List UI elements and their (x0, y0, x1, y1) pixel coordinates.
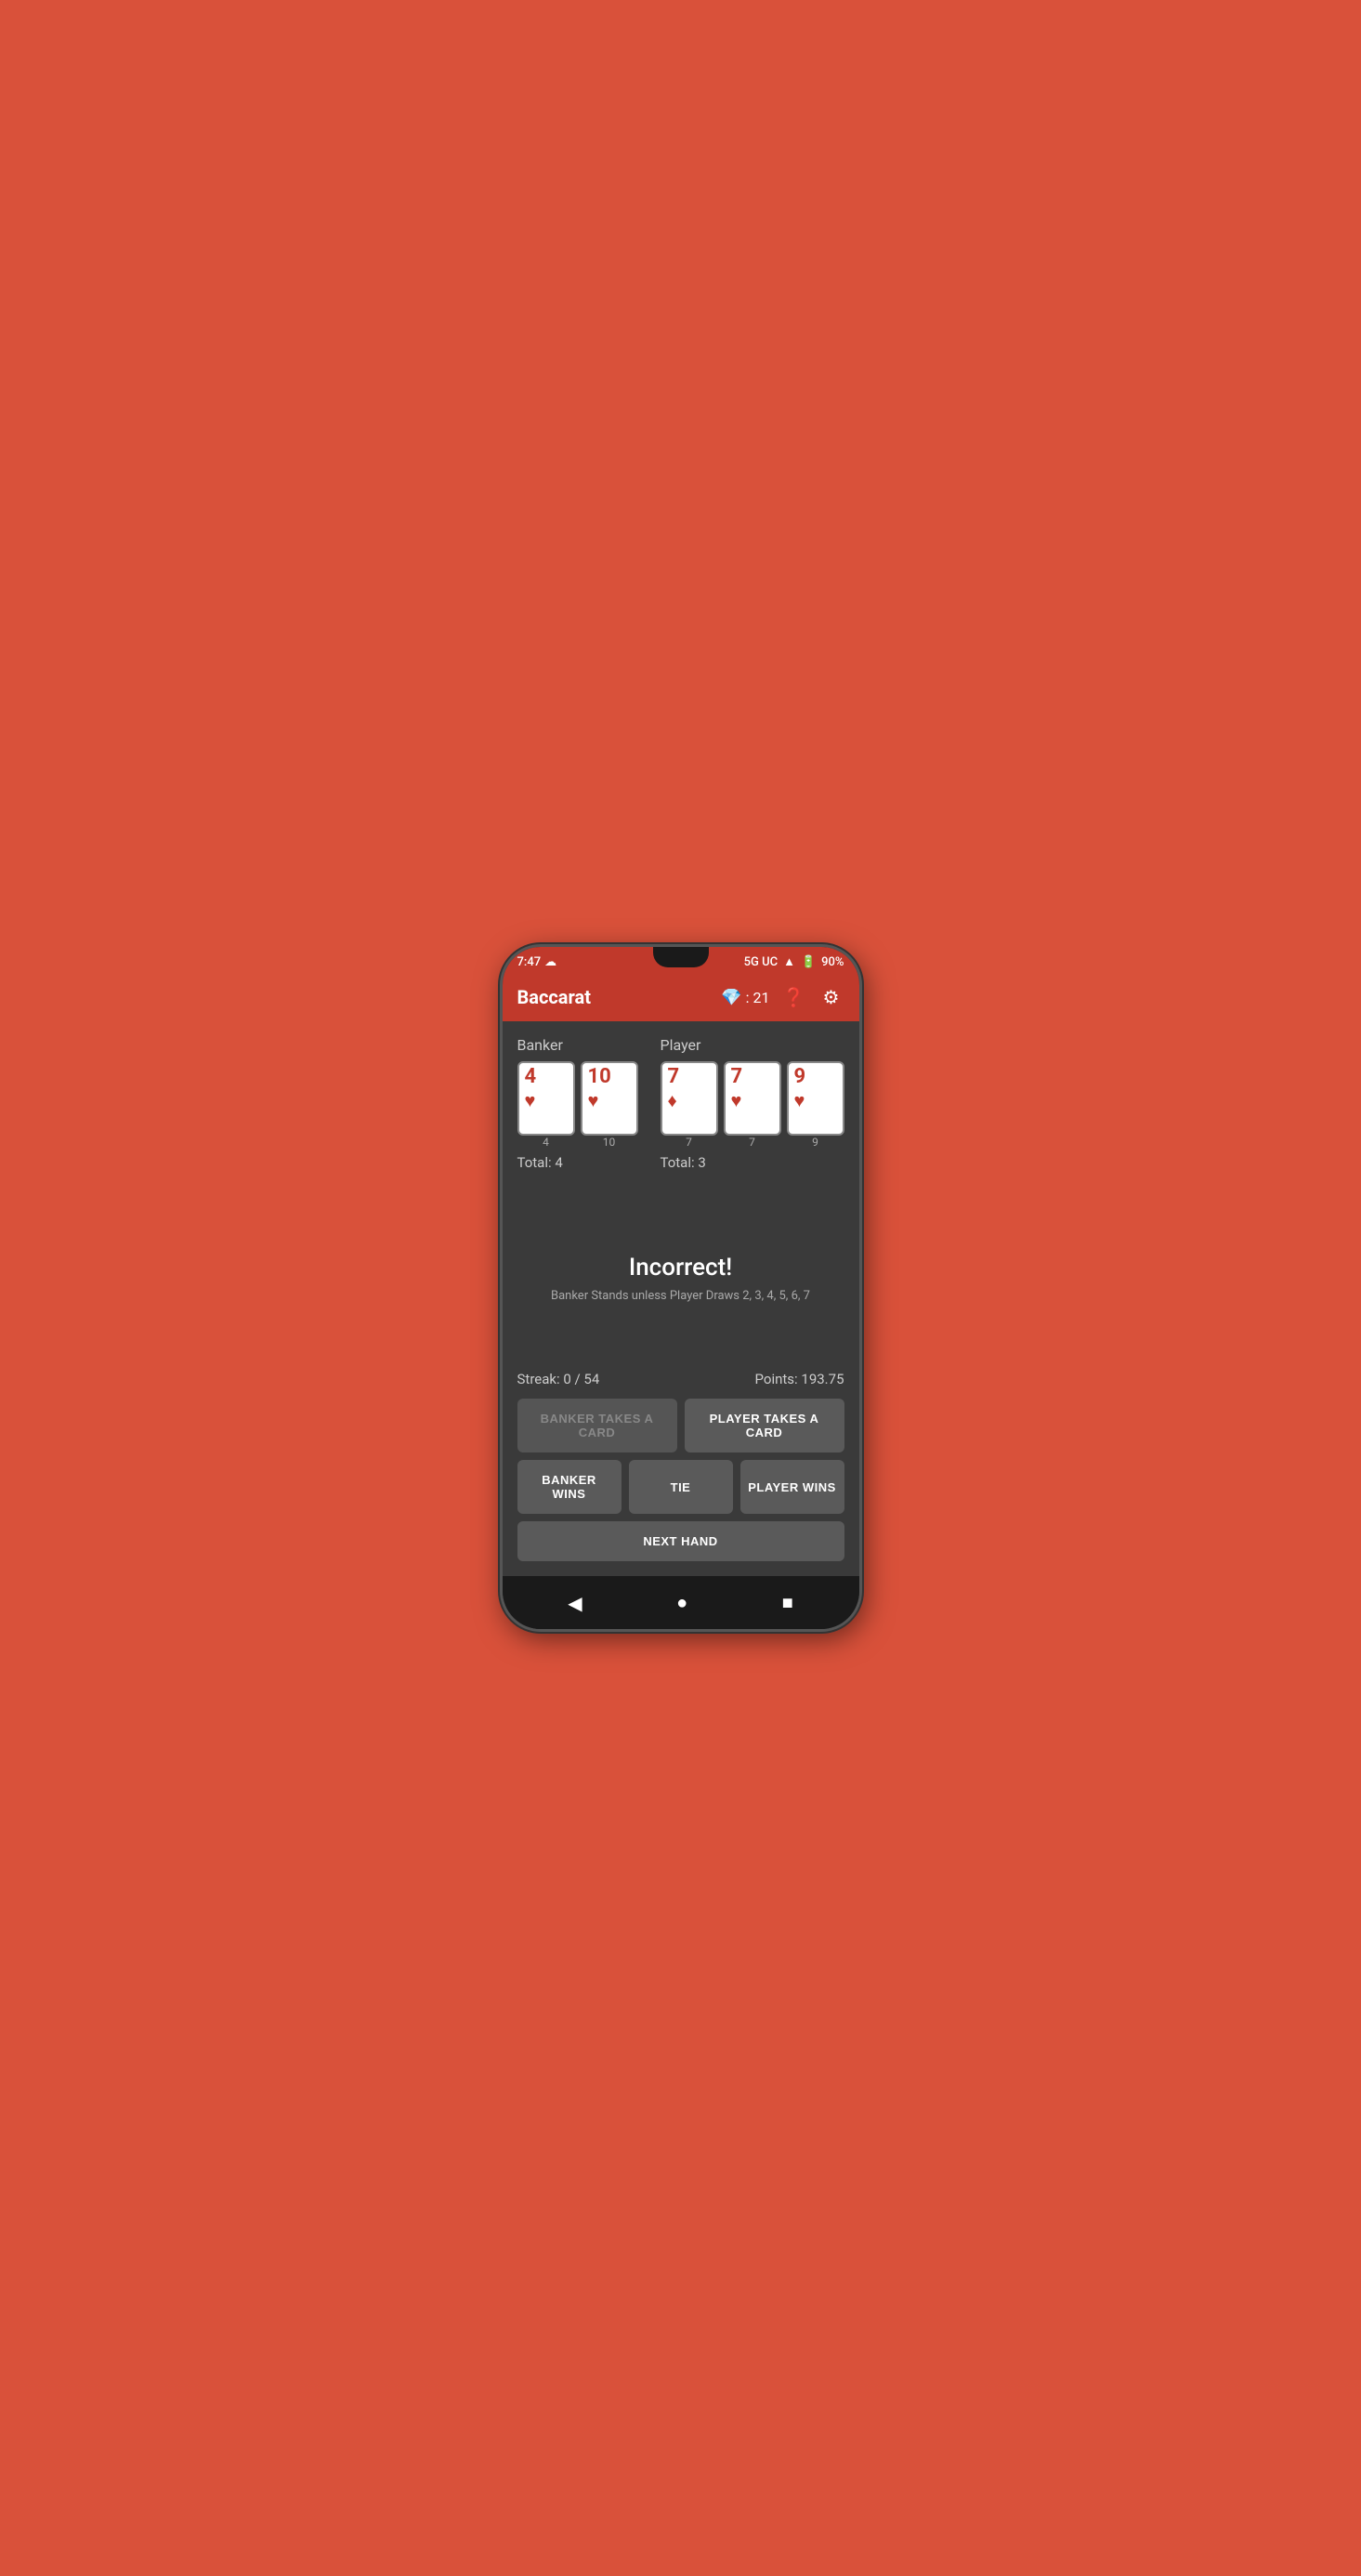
message-area: Incorrect! Banker Stands unless Player D… (517, 1186, 844, 1371)
settings-button[interactable]: ⚙ (818, 984, 844, 1010)
banker-card-2-value: 10 (588, 1067, 611, 1087)
outcome-row: BANKER WINS TIE PLAYER WINS (517, 1460, 844, 1514)
banker-cards-row: 4 ♥ 4 10 ♥ 10 (517, 1061, 646, 1149)
banker-card-2-label: 10 (603, 1136, 616, 1149)
battery-label: 90% (821, 955, 844, 969)
battery-icon: 🔋 (801, 955, 816, 969)
player-card-3-col: 9 ♥ 9 (787, 1061, 844, 1149)
player-label: Player (661, 1036, 844, 1054)
banker-card-1-value: 4 (525, 1067, 537, 1087)
result-title: Incorrect! (629, 1254, 732, 1281)
buttons-area: BANKER TAKES A CARD PLAYER TAKES A CARD … (517, 1399, 844, 1561)
banker-card-1: 4 ♥ (517, 1061, 575, 1136)
player-card-1-suit: ♦ (668, 1089, 677, 1112)
nav-bar: ◀ ● ■ (503, 1576, 859, 1629)
app-title: Baccarat (517, 986, 591, 1008)
player-cards-row: 7 ♦ 7 7 ♥ 7 9 (661, 1061, 844, 1149)
player-card-2-suit: ♥ (731, 1089, 742, 1112)
home-nav-button[interactable]: ● (658, 1587, 706, 1618)
take-card-row: BANKER TAKES A CARD PLAYER TAKES A CARD (517, 1399, 844, 1452)
next-hand-row: NEXT HAND (517, 1521, 844, 1561)
back-nav-button[interactable]: ◀ (549, 1588, 600, 1618)
player-card-1-value: 7 (668, 1067, 680, 1087)
hands-area: Banker 4 ♥ 4 10 ♥ 10 (517, 1036, 844, 1171)
notch (653, 947, 709, 967)
banker-section: Banker 4 ♥ 4 10 ♥ 10 (517, 1036, 646, 1171)
banker-wins-button[interactable]: BANKER WINS (517, 1460, 622, 1514)
next-hand-button[interactable]: NEXT HAND (517, 1521, 844, 1561)
app-bar: Baccarat 💎 : 21 ❓ ⚙ (503, 973, 859, 1021)
cloud-icon: ☁ (544, 955, 556, 969)
player-card-1: 7 ♦ (661, 1061, 718, 1136)
player-takes-card-button[interactable]: PLAYER TAKES A CARD (685, 1399, 844, 1452)
gem-count: 21 (753, 989, 770, 1006)
gem-score: 💎 : 21 (721, 988, 769, 1007)
player-card-1-col: 7 ♦ 7 (661, 1061, 718, 1149)
player-card-1-label: 7 (686, 1136, 692, 1149)
main-content: Banker 4 ♥ 4 10 ♥ 10 (503, 1021, 859, 1576)
player-card-3-value: 9 (794, 1067, 806, 1087)
player-card-2-value: 7 (731, 1067, 743, 1087)
player-card-3: 9 ♥ (787, 1061, 844, 1136)
banker-card-2: 10 ♥ (581, 1061, 638, 1136)
banker-card-1-col: 4 ♥ 4 (517, 1061, 575, 1149)
banker-takes-card-button[interactable]: BANKER TAKES A CARD (517, 1399, 677, 1452)
help-icon: ❓ (782, 986, 805, 1008)
player-total: Total: 3 (661, 1154, 844, 1171)
status-time: 7:47 (517, 955, 542, 969)
player-wins-button[interactable]: PLAYER WINS (740, 1460, 844, 1514)
banker-card-1-suit: ♥ (525, 1089, 536, 1112)
player-card-3-suit: ♥ (794, 1089, 805, 1112)
gem-separator: : (746, 989, 750, 1006)
player-card-3-label: 9 (812, 1136, 818, 1149)
banker-card-1-label: 4 (543, 1136, 549, 1149)
stats-row: Streak: 0 / 54 Points: 193.75 (517, 1371, 844, 1387)
phone-frame: 7:47 ☁ 5G UC ▲ 🔋 90% Baccarat 💎 : 21 ❓ ⚙ (500, 944, 862, 1632)
signal-icon: ▲ (783, 954, 795, 969)
player-card-2-label: 7 (749, 1136, 755, 1149)
player-card-2: 7 ♥ (724, 1061, 781, 1136)
gem-icon: 💎 (721, 988, 741, 1007)
banker-card-2-col: 10 ♥ 10 (581, 1061, 638, 1149)
network-label: 5G UC (744, 955, 778, 969)
player-card-2-col: 7 ♥ 7 (724, 1061, 781, 1149)
recents-nav-button[interactable]: ■ (764, 1587, 812, 1618)
banker-total: Total: 4 (517, 1154, 646, 1171)
help-button[interactable]: ❓ (781, 984, 807, 1010)
banker-label: Banker (517, 1036, 646, 1054)
banker-card-2-suit: ♥ (588, 1089, 599, 1112)
streak-stat: Streak: 0 / 54 (517, 1371, 600, 1387)
points-stat: Points: 193.75 (755, 1371, 844, 1387)
result-subtitle: Banker Stands unless Player Draws 2, 3, … (551, 1289, 810, 1303)
tie-button[interactable]: TIE (629, 1460, 733, 1514)
player-section: Player 7 ♦ 7 7 ♥ 7 (661, 1036, 844, 1171)
settings-icon: ⚙ (823, 986, 840, 1008)
